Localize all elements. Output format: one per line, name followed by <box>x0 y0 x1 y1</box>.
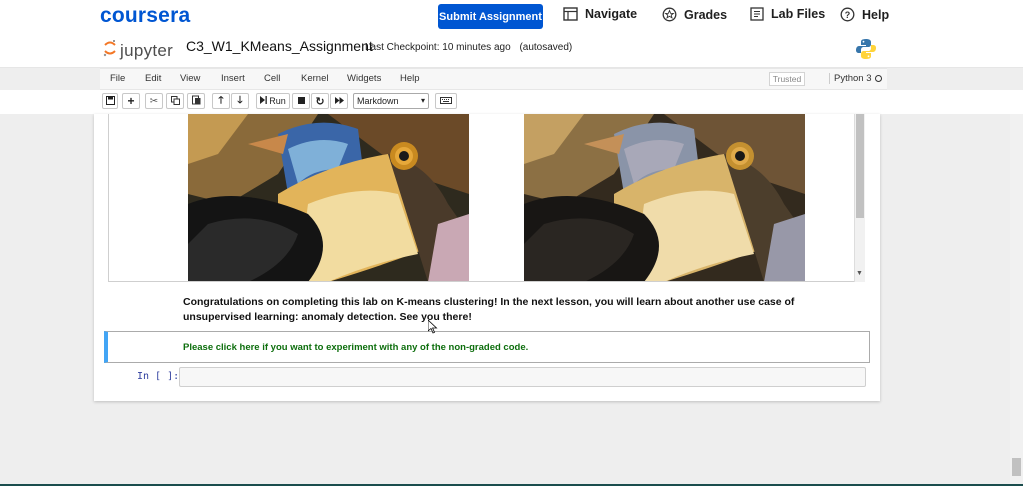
page-scrollbar-thumb[interactable] <box>1012 458 1021 476</box>
arrow-up-icon: 🡑 <box>218 94 224 106</box>
help-label: Help <box>862 7 890 22</box>
command-palette-button[interactable] <box>435 93 457 109</box>
scissors-icon: ✂ <box>149 95 159 107</box>
coursera-header: coursera Submit Assignment Navigate Grad… <box>0 0 1023 33</box>
page-scrollbar[interactable] <box>1010 114 1023 486</box>
menu-file[interactable]: File <box>110 73 125 84</box>
keyboard-icon <box>440 96 452 106</box>
move-down-button[interactable]: 🡓 <box>231 93 249 109</box>
restart-icon: ↻ <box>315 95 325 108</box>
lab-files-icon <box>750 7 764 21</box>
arrow-down-icon: 🡓 <box>237 94 243 106</box>
coursera-logo[interactable]: coursera <box>100 4 190 28</box>
copy-icon <box>170 95 180 107</box>
help-link[interactable]: ? Help <box>840 7 889 22</box>
trusted-indicator[interactable]: Trusted <box>769 72 805 86</box>
fast-forward-icon <box>334 96 344 106</box>
output-scrollbar-thumb[interactable] <box>856 114 864 218</box>
menu-widgets[interactable]: Widgets <box>347 73 381 84</box>
cut-button[interactable]: ✂ <box>145 93 163 109</box>
lab-files-link[interactable]: Lab Files <box>750 7 825 21</box>
jupyter-header: jupyter C3_W1_KMeans_Assignment Last Che… <box>0 33 1023 68</box>
python-logo-icon <box>855 38 877 65</box>
grades-icon <box>662 7 677 22</box>
menu-edit[interactable]: Edit <box>145 73 161 84</box>
menu-help[interactable]: Help <box>400 73 420 84</box>
save-button[interactable] <box>102 93 118 109</box>
navigate-label: Navigate <box>585 7 638 21</box>
compressed-bird-image <box>524 114 805 281</box>
cell-type-value: Markdown <box>357 96 399 106</box>
grades-label: Grades <box>684 7 728 22</box>
lab-files-label: Lab Files <box>771 7 826 21</box>
navigate-icon <box>563 7 578 21</box>
run-icon <box>260 96 268 106</box>
restart-run-all-button[interactable] <box>330 93 348 109</box>
copy-button[interactable] <box>166 93 184 109</box>
mouse-cursor-icon <box>427 319 438 339</box>
grades-link[interactable]: Grades <box>662 7 727 22</box>
move-up-button[interactable]: 🡑 <box>212 93 230 109</box>
chevron-down-icon: ▾ <box>420 96 425 105</box>
menu-kernel[interactable]: Kernel <box>301 73 328 84</box>
interrupt-button[interactable] <box>292 93 310 109</box>
paste-button[interactable] <box>187 93 205 109</box>
menu-insert[interactable]: Insert <box>221 73 245 84</box>
run-button[interactable]: Run <box>256 93 290 109</box>
insert-cell-button[interactable]: + <box>122 93 140 109</box>
restart-button[interactable]: ↻ <box>311 93 329 109</box>
jupyter-logo[interactable]: jupyter <box>103 38 173 63</box>
menu-cell[interactable]: Cell <box>264 73 280 84</box>
checkpoint-text: Last Checkpoint: 10 minutes ago <box>365 42 511 53</box>
autosave-text: (autosaved) <box>519 42 573 53</box>
stop-icon <box>297 96 305 106</box>
jupyter-toolbar: + ✂ 🡑 🡓 Run ↻ Markdown ▾ <box>0 90 1023 114</box>
input-prompt: In [ ]: <box>137 371 180 382</box>
jupyter-logo-icon <box>103 38 117 63</box>
non-graded-code-link[interactable]: Please click here if you want to experim… <box>183 342 528 353</box>
svg-text:?: ? <box>845 10 851 20</box>
jupyter-logo-text: jupyter <box>120 40 174 60</box>
cell-type-select[interactable]: Markdown ▾ <box>353 93 429 109</box>
kernel-idle-icon <box>875 75 882 82</box>
code-cell-input[interactable] <box>179 367 866 387</box>
submit-assignment-button[interactable]: Submit Assignment <box>438 4 543 29</box>
congrats-markdown: Congratulations on completing this lab o… <box>183 296 795 323</box>
output-area <box>108 114 865 282</box>
plus-icon: + <box>127 94 135 108</box>
scroll-down-arrow-icon[interactable]: ▼ <box>856 270 863 277</box>
help-icon: ? <box>840 7 855 22</box>
kernel-name[interactable]: Python 3 <box>829 73 872 84</box>
checkpoint-status: Last Checkpoint: 10 minutes ago (autosav… <box>365 42 572 53</box>
notebook-name[interactable]: C3_W1_KMeans_Assignment <box>186 38 373 54</box>
navigate-link[interactable]: Navigate <box>563 7 637 21</box>
save-icon <box>105 95 115 107</box>
run-label: Run <box>269 96 286 106</box>
paste-icon <box>191 95 201 107</box>
menu-view[interactable]: View <box>180 73 200 84</box>
original-bird-image <box>188 114 469 281</box>
